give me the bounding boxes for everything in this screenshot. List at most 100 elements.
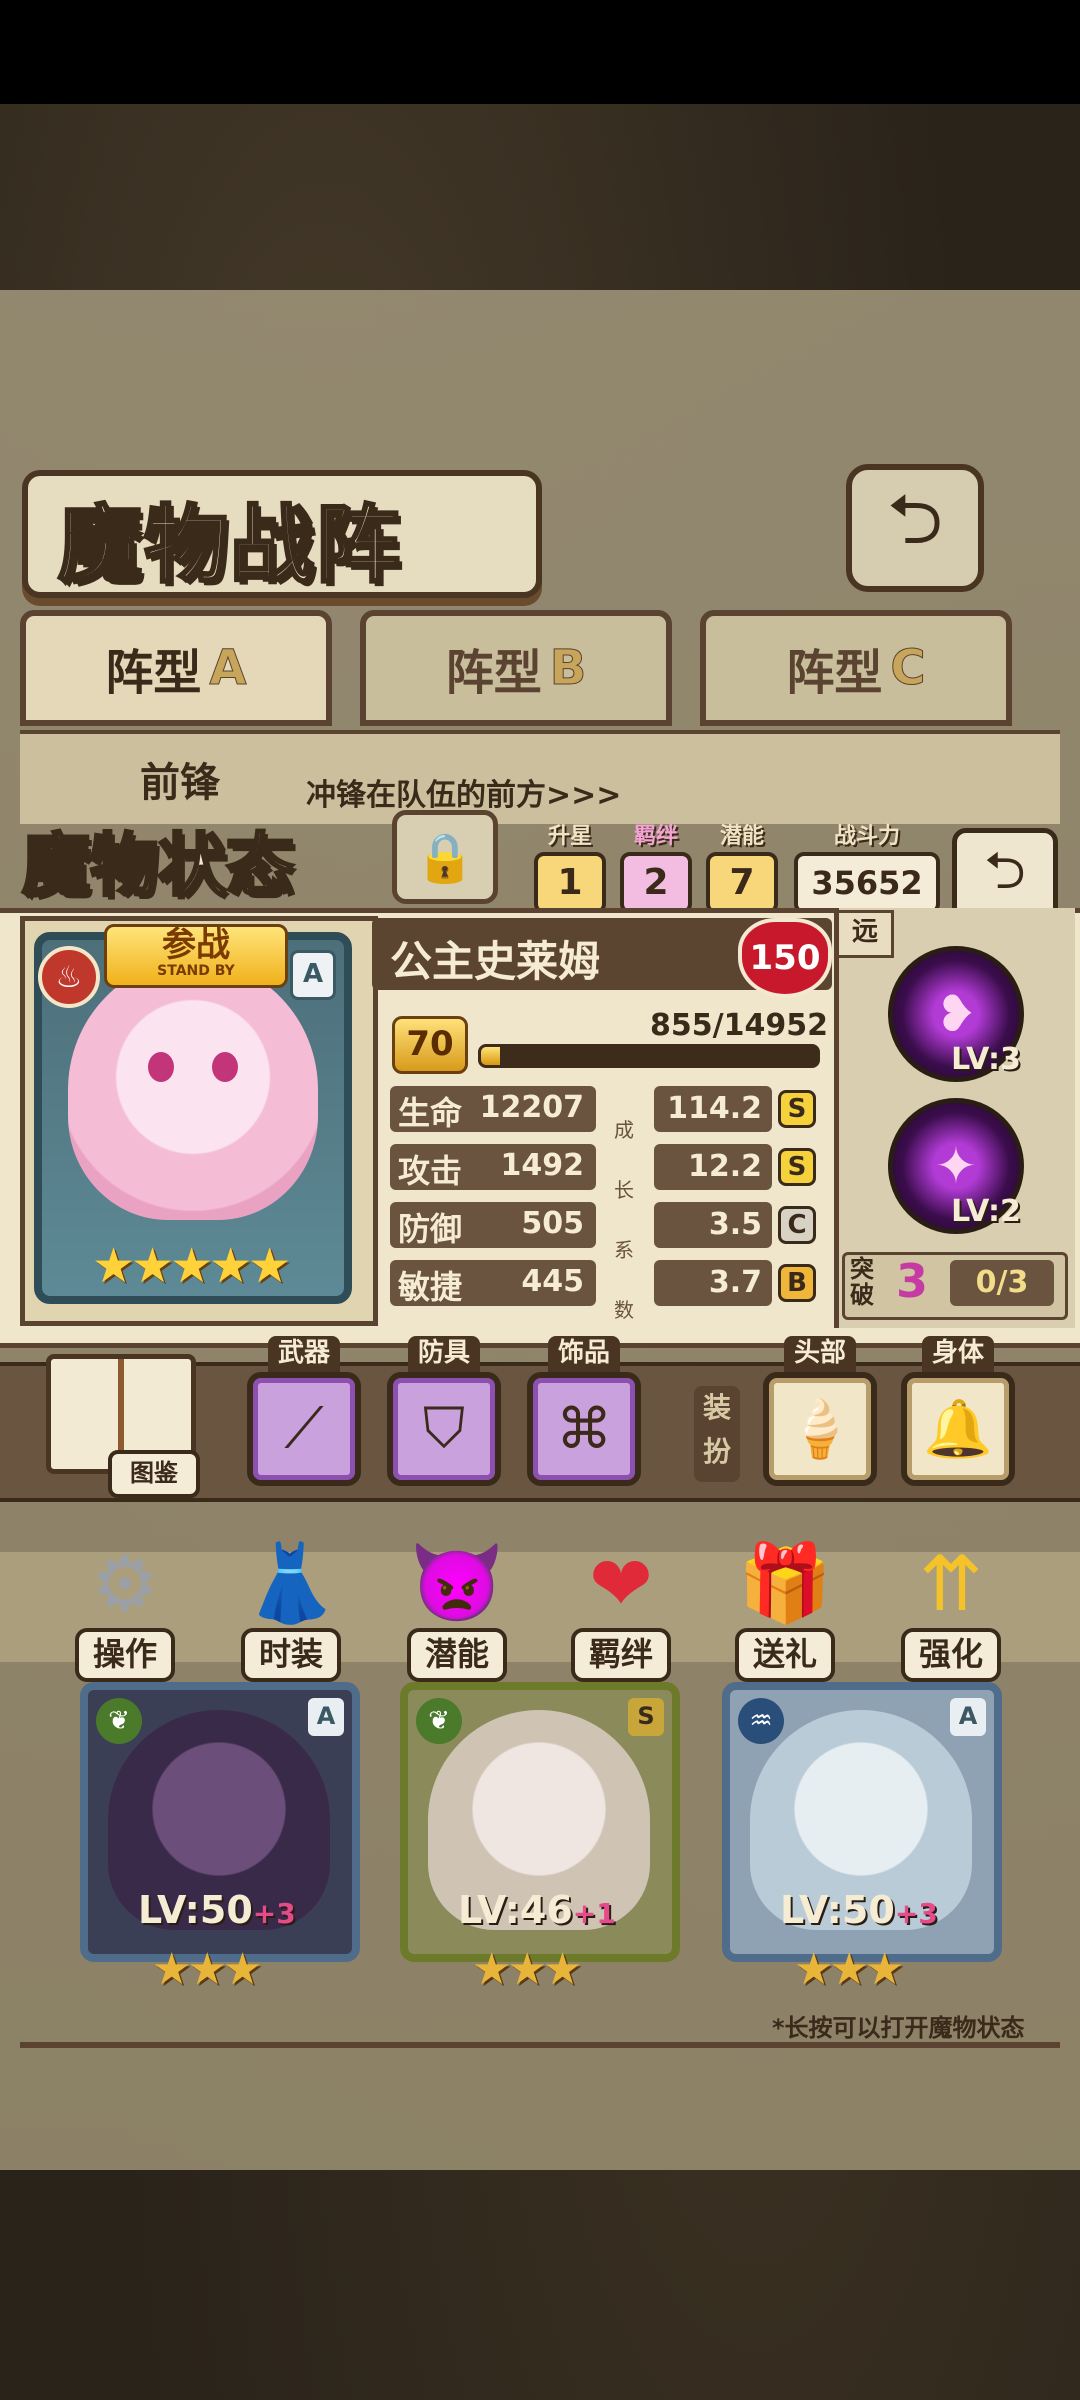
slot-label: 饰品 [547,1336,620,1372]
monster-book-button[interactable]: 图鉴 [46,1354,200,1498]
dress-slot-head[interactable]: 头部 🍦 [760,1336,880,1486]
star-up-value: 1 [534,852,606,914]
action-label: 送礼 [734,1628,835,1682]
tab-formation-a[interactable]: 阵型 A [20,610,332,726]
team-stars: ★★★ [794,1944,904,1995]
tab-formation-c[interactable]: 阵型 C [700,610,1012,726]
stat-value: 505 [521,1206,584,1241]
action-label: 操作 [74,1628,175,1682]
stat-row: 攻击 1492 12.2 S [390,1144,816,1190]
potential-box[interactable]: 潜能 7 [706,818,778,914]
bell-collar-icon: 🔔 [901,1372,1015,1486]
slot-label: 身体 [921,1336,994,1372]
battle-power-value: 35652 [794,852,940,914]
bond-box[interactable]: 羁绊 2 [620,818,692,914]
monster-name: 公主史莱姆 [390,937,601,986]
action-label: 时装 [240,1628,341,1682]
gears-icon: ⚙ [90,1538,160,1628]
stat-name-box: 敏捷 445 [390,1260,596,1306]
level-badge: 70 [392,1016,468,1074]
potential-label: 潜能 [719,824,764,849]
slot-label: 防具 [407,1336,480,1372]
action-bond[interactable]: ❤ 羁绊 [556,1528,686,1682]
team-level: LV:46+1 [458,1888,616,1932]
skill-level: LV:2 [951,1194,1021,1229]
back-button[interactable]: ⮌ [846,464,984,592]
action-label: 潜能 [406,1628,507,1682]
team-card-3[interactable]: ♒ A LV:50+3 [722,1682,1002,1962]
equip-slot-armor[interactable]: 防具 ⛉ [384,1336,504,1486]
breakthrough-label: 突破 [850,1255,874,1309]
team-stars: ★★★ [152,1944,262,1995]
stat-name: 生命 [398,1094,463,1132]
bottom-divider [20,2042,1060,2048]
slot-label: 头部 [783,1336,856,1372]
action-fashion[interactable]: 👗 时装 [226,1528,356,1682]
equip-slot-accessory[interactable]: 饰品 ⌘ [524,1336,644,1486]
skill-slot-1[interactable]: ❥ LV:3 [888,946,1024,1082]
skill-level: LV:3 [951,1042,1021,1077]
action-potential[interactable]: 👿 潜能 [392,1528,522,1682]
tab-label: 阵型 [105,645,202,701]
equip-slot-weapon[interactable]: 武器 ⟋ [244,1336,364,1486]
tab-label: 阵型 [445,645,542,701]
action-label: 强化 [900,1628,1001,1682]
coef-char: 成 [614,1118,634,1142]
skill-slot-2[interactable]: ✦ LV:2 [888,1098,1024,1234]
coef-char: 长 [614,1178,634,1202]
stat-name-box: 生命 12207 [390,1086,596,1132]
book-label: 图鉴 [108,1450,200,1498]
level-cap-badge: 150 [738,918,832,998]
stat-value: 12207 [479,1090,584,1125]
dress-slot-body[interactable]: 身体 🔔 [898,1336,1018,1486]
portrait-eyes [138,1052,248,1082]
team-level: LV:50+3 [780,1888,938,1932]
stat-growth: 3.5 [654,1202,772,1248]
spear-icon: ⟋ [247,1372,361,1486]
coef-char: 数 [614,1298,634,1322]
team-level: LV:50+3 [138,1888,296,1932]
stat-name-box: 防御 505 [390,1202,596,1248]
outfit-icon: 👗 [243,1538,339,1627]
stat-value: 445 [521,1264,584,1299]
lock-button[interactable]: 🔒 [392,810,498,904]
star-up-label: 升星 [547,824,592,849]
breakthrough-value: 3 [896,1254,929,1308]
team-stars: ★★★ [472,1944,582,1995]
stat-grade: C [778,1206,816,1244]
stat-row: 生命 12207 114.2 S [390,1086,816,1132]
stat-name: 攻击 [398,1152,463,1190]
team-card-2[interactable]: ❦ S LV:46+1 [400,1682,680,1962]
action-label: 羁绊 [570,1628,671,1682]
team-rank: A [950,1698,986,1736]
formation-tabs: 阵型 A 阵型 B 阵型 C [20,610,1060,726]
stat-row: 敏捷 445 3.7 B [390,1260,816,1306]
star-up-box[interactable]: 升星 1 [534,818,606,914]
tab-label: 阵型 [786,645,883,701]
range-tag: 远 [836,910,894,958]
page-title: 魔物战阵 [56,495,403,596]
gift-box-icon: 🎁 [737,1538,833,1627]
monster-portrait [68,960,318,1220]
stat-name-box: 攻击 1492 [390,1144,596,1190]
pendant-icon: ⌘ [527,1372,641,1486]
team-card-1[interactable]: ❦ A LV:50+3 [80,1682,360,1962]
stat-name: 防御 [398,1210,463,1248]
slot-label: 武器 [267,1336,340,1372]
action-enhance[interactable]: ⇈ 强化 [886,1528,1016,1682]
stat-growth: 12.2 [654,1144,772,1190]
return-arrow-icon: ⮌ [886,477,944,560]
gauntlet-icon: ⛉ [387,1372,501,1486]
standby-banner: 参战 STAND BY [104,924,288,988]
exp-bar [478,1044,820,1068]
front-row-label: 前锋 [140,760,220,806]
stat-grade: B [778,1264,816,1302]
team-rank: A [308,1698,344,1736]
standby-cn: 参战 [162,925,230,965]
tab-formation-b[interactable]: 阵型 B [360,610,672,726]
action-gift[interactable]: 🎁 送礼 [720,1528,850,1682]
stat-growth: 114.2 [654,1086,772,1132]
stat-value: 1492 [500,1148,585,1183]
action-operate[interactable]: ⚙ 操作 [60,1528,190,1682]
team-rank: S [628,1698,664,1736]
